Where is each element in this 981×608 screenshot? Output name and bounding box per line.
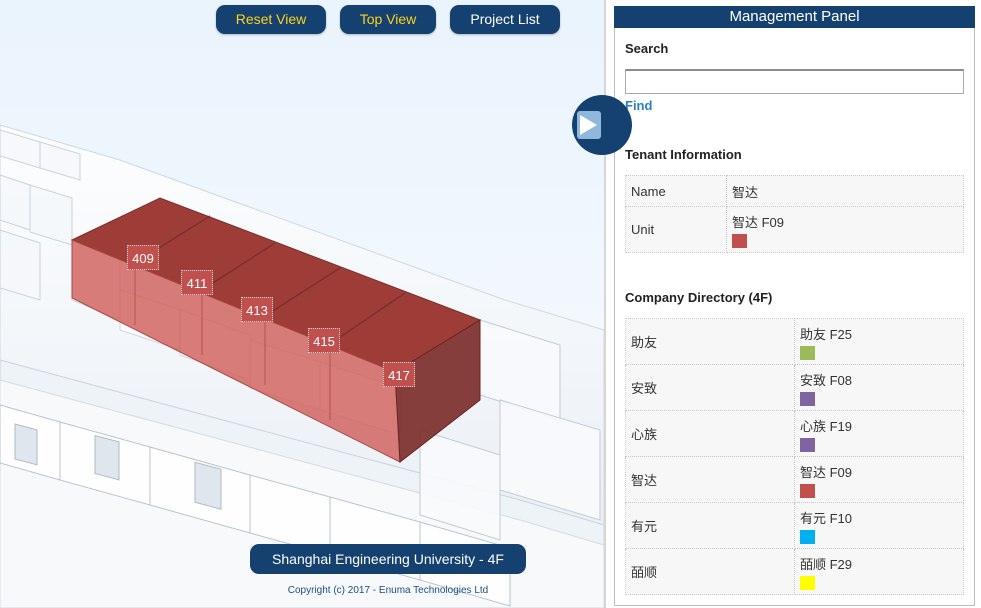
directory-unit-value: 安致 F08 bbox=[800, 372, 853, 388]
directory-unit-value: 心族 F19 bbox=[800, 418, 853, 434]
company-directory-table: 助友 助友 F25 安致 安致 F08 心族 心族 F19 智达 智达 F09 有元 有元 F10… bbox=[625, 318, 964, 595]
directory-unit-value: 助友 F25 bbox=[800, 326, 853, 342]
directory-company-name: 有元 bbox=[625, 502, 795, 549]
tenant-name-label: Name bbox=[625, 175, 727, 207]
play-arrow-icon bbox=[580, 115, 597, 135]
find-link[interactable]: Find bbox=[625, 98, 652, 113]
directory-row[interactable]: 有元 有元 F10 bbox=[625, 502, 964, 549]
directory-row[interactable]: 皕顺 皕顺 F29 bbox=[625, 548, 964, 595]
floor-3d-viewport[interactable]: Reset View Top View Project List 409 411… bbox=[0, 0, 604, 608]
directory-color-swatch bbox=[800, 483, 815, 498]
directory-color-swatch bbox=[800, 391, 815, 406]
tenant-unit-color-swatch bbox=[732, 233, 747, 248]
unit-label-413[interactable]: 413 bbox=[241, 297, 273, 322]
directory-unit-cell: 安致 F08 bbox=[794, 364, 964, 411]
tenant-unit-value: 智达 F09 bbox=[732, 214, 785, 230]
panel-toggle-button[interactable] bbox=[572, 95, 632, 155]
directory-row[interactable]: 心族 心族 F19 bbox=[625, 410, 964, 457]
tenant-name-value: 智达 bbox=[726, 175, 964, 207]
directory-unit-cell: 有元 F10 bbox=[794, 502, 964, 549]
company-directory-title: Company Directory (4F) bbox=[625, 290, 773, 305]
search-section-title: Search bbox=[625, 41, 669, 56]
copyright-text: Copyright (c) 2017 - Enuma Technologies … bbox=[287, 585, 489, 596]
directory-unit-value: 皕顺 F29 bbox=[800, 556, 853, 572]
tenant-unit-cell: 智达 F09 bbox=[726, 206, 964, 253]
floor-plan-3d-model[interactable] bbox=[0, 0, 604, 608]
directory-unit-cell: 皕顺 F29 bbox=[794, 548, 964, 595]
directory-unit-value: 有元 F10 bbox=[800, 510, 853, 526]
tenant-unit-label: Unit bbox=[625, 206, 727, 253]
top-view-button[interactable]: Top View bbox=[340, 5, 436, 34]
management-panel: Management Panel Search Find Tenant Info… bbox=[604, 0, 981, 608]
directory-unit-cell: 心族 F19 bbox=[794, 410, 964, 457]
project-floor-caption: Shanghai Engineering University - 4F bbox=[250, 544, 526, 574]
directory-color-swatch bbox=[800, 575, 815, 590]
directory-company-name: 安致 bbox=[625, 364, 795, 411]
directory-unit-cell: 智达 F09 bbox=[794, 456, 964, 503]
directory-row[interactable]: 安致 安致 F08 bbox=[625, 364, 964, 411]
project-list-button[interactable]: Project List bbox=[450, 5, 560, 34]
directory-row[interactable]: 智达 智达 F09 bbox=[625, 456, 964, 503]
reset-view-button[interactable]: Reset View bbox=[216, 5, 326, 34]
directory-unit-cell: 助友 F25 bbox=[794, 318, 964, 365]
tenant-name-row: Name 智达 bbox=[625, 175, 964, 207]
directory-company-name: 心族 bbox=[625, 410, 795, 457]
directory-color-swatch bbox=[800, 345, 815, 360]
directory-unit-value: 智达 F09 bbox=[800, 464, 853, 480]
tenant-unit-row: Unit 智达 F09 bbox=[625, 206, 964, 253]
panel-divider bbox=[604, 0, 606, 608]
unit-label-415[interactable]: 415 bbox=[308, 328, 340, 353]
directory-company-name: 智达 bbox=[625, 456, 795, 503]
tenant-info-table: Name 智达 Unit 智达 F09 bbox=[625, 175, 964, 253]
directory-row[interactable]: 助友 助友 F25 bbox=[625, 318, 964, 365]
unit-label-411[interactable]: 411 bbox=[181, 270, 213, 295]
directory-color-swatch bbox=[800, 437, 815, 452]
unit-label-417[interactable]: 417 bbox=[383, 362, 415, 387]
directory-company-name: 助友 bbox=[625, 318, 795, 365]
tenant-info-title: Tenant Information bbox=[625, 147, 742, 162]
unit-label-409[interactable]: 409 bbox=[127, 245, 159, 270]
directory-company-name: 皕顺 bbox=[625, 548, 795, 595]
panel-title: Management Panel bbox=[614, 6, 975, 28]
search-input[interactable] bbox=[625, 69, 964, 94]
directory-color-swatch bbox=[800, 529, 815, 544]
